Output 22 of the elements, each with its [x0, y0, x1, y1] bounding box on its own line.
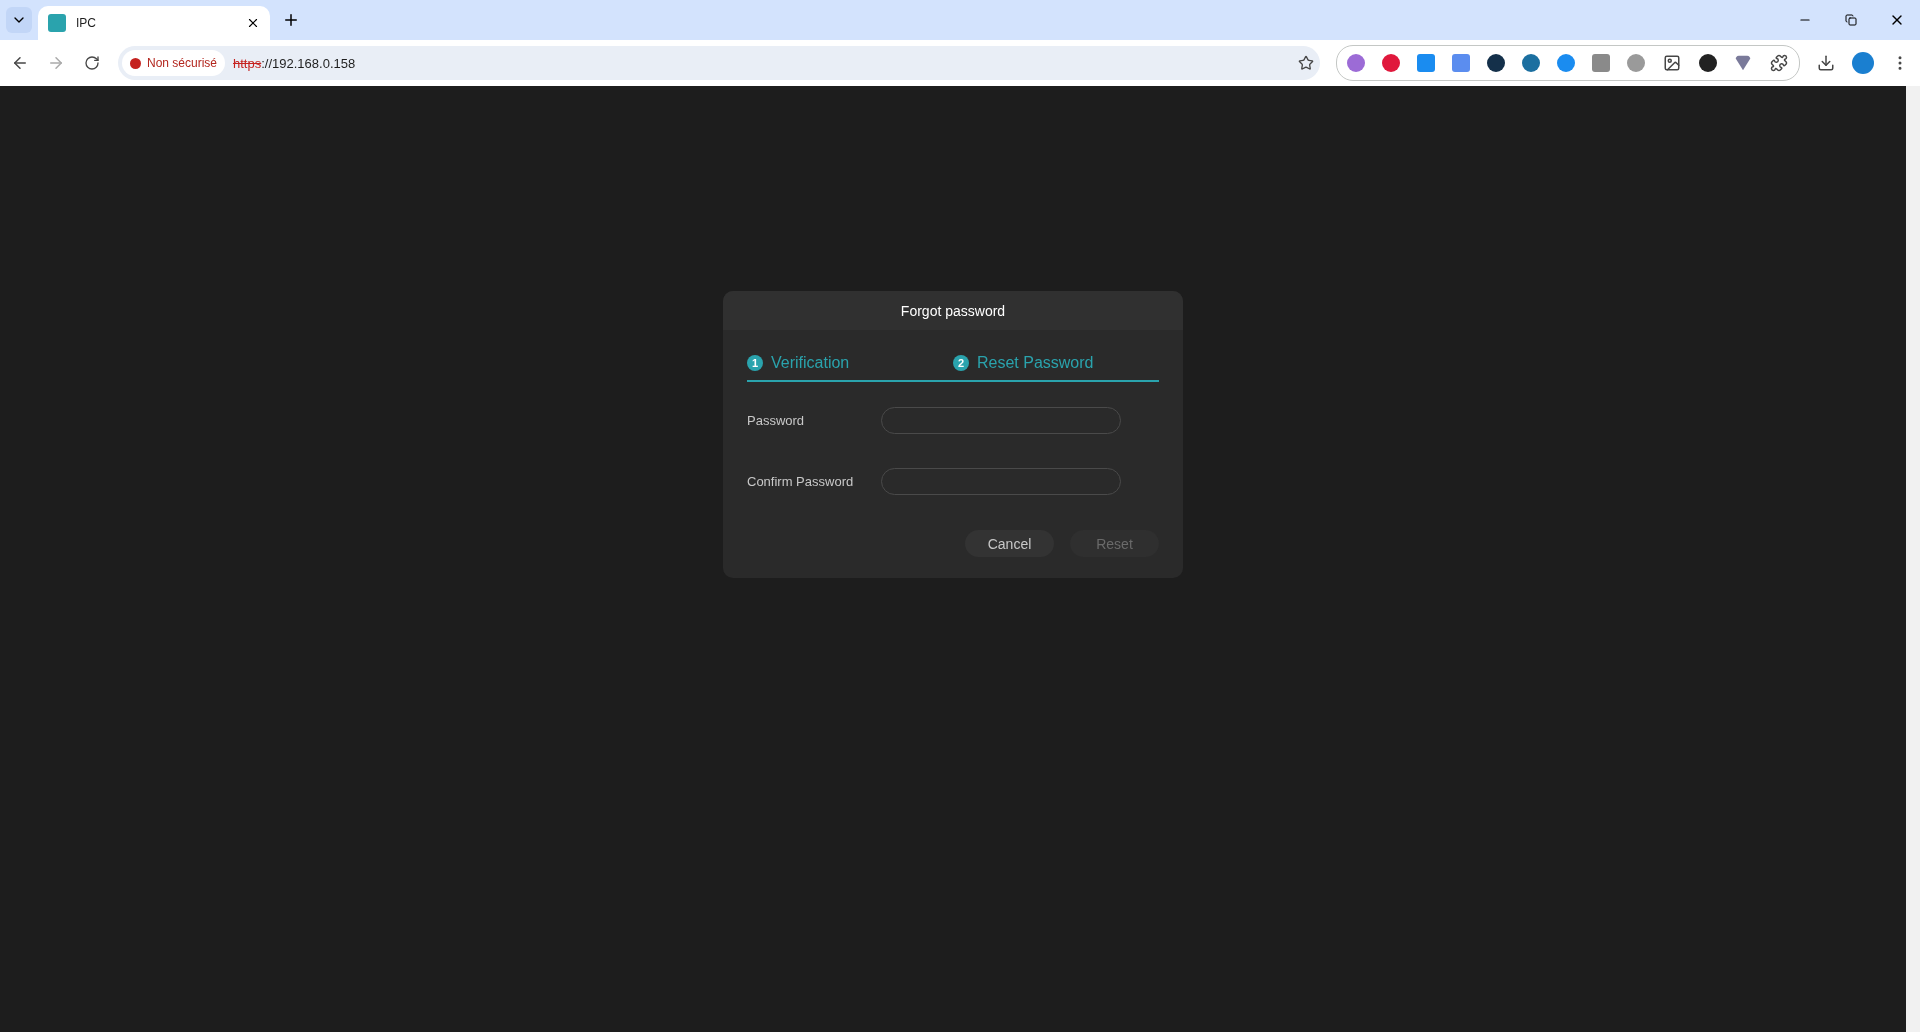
- new-tab-icon[interactable]: [282, 11, 300, 29]
- reload-button[interactable]: [82, 53, 102, 73]
- field-label: Confirm Password: [747, 474, 855, 489]
- close-tab-icon[interactable]: [246, 16, 260, 30]
- dialog-button[interactable]: Cancel: [965, 530, 1054, 557]
- address-url[interactable]: https://192.168.0.158: [233, 55, 1288, 71]
- site-logo-icon: [48, 14, 66, 32]
- profile-avatar[interactable]: [1852, 52, 1874, 74]
- dialog-title: Forgot password: [900, 302, 1006, 319]
- security-chip[interactable]: Non sécurisé: [122, 50, 226, 76]
- password-field[interactable]: [881, 407, 1121, 434]
- bookmark-star-icon[interactable]: [1296, 53, 1316, 73]
- restore-icon[interactable]: [1845, 14, 1857, 26]
- extensions-puzzle-icon[interactable]: [1769, 53, 1789, 73]
- browser-tab[interactable]: IPC: [38, 6, 270, 40]
- image-icon[interactable]: [1662, 53, 1682, 73]
- password-field[interactable]: [881, 468, 1121, 495]
- scrollbar[interactable]: [1906, 86, 1920, 1032]
- tab-list-button[interactable]: [6, 7, 32, 33]
- field-label: Password: [747, 413, 806, 428]
- tab-title: IPC: [76, 16, 97, 30]
- download-icon[interactable]: [1816, 53, 1836, 73]
